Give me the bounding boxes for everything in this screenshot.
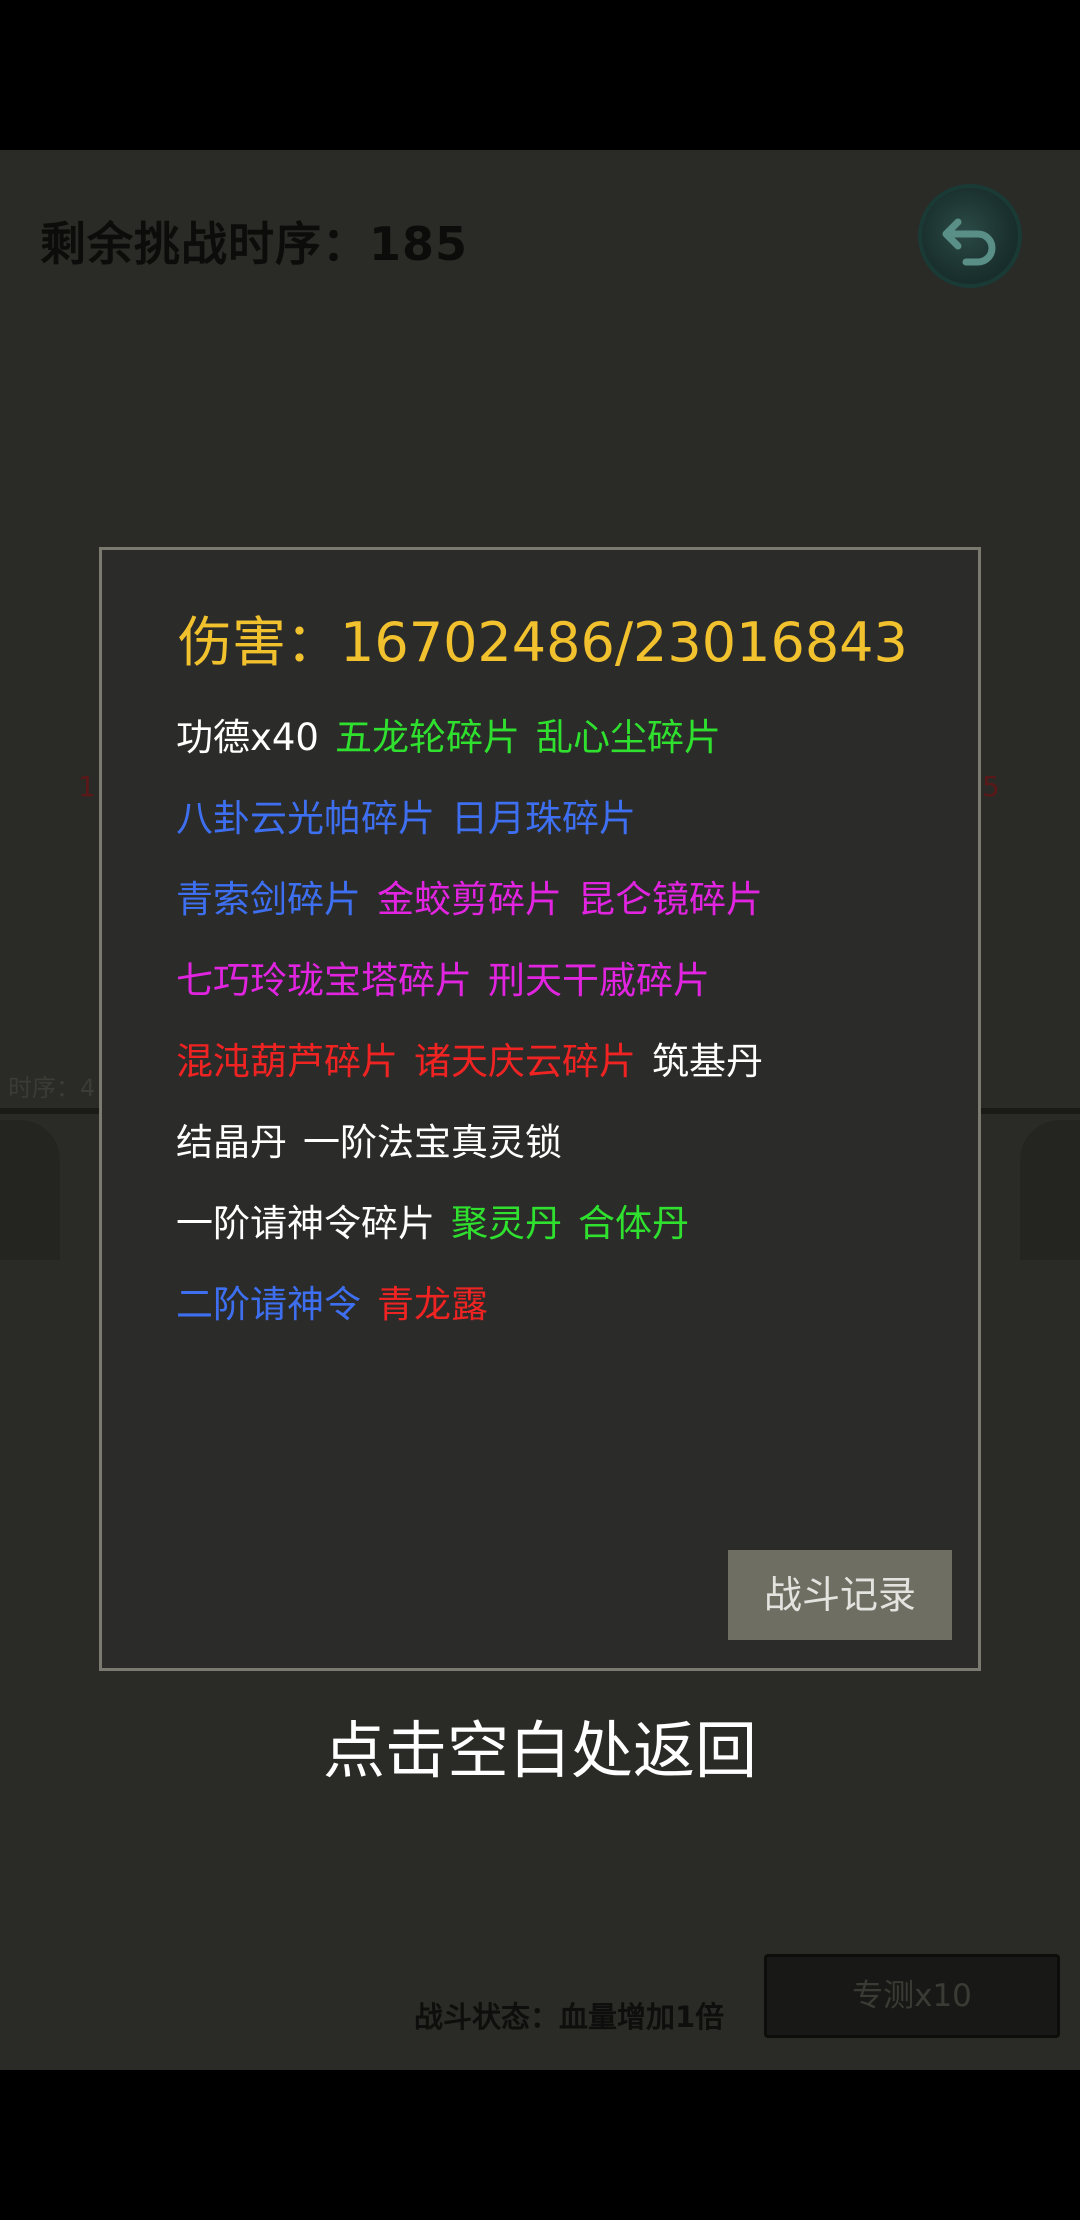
battle-log-button[interactable]: 战斗记录 — [728, 1550, 952, 1640]
reward-item: 诸天庆云碎片 — [414, 1040, 636, 1083]
back-button[interactable] — [922, 188, 1018, 284]
challenge-count-label: 剩余挑战时序：185 — [40, 217, 469, 271]
right-red-mark: 5 — [982, 770, 1000, 803]
reward-list: 功德x40 五龙轮碎片 乱心尘碎片 八卦云光帕碎片 日月珠碎片 青索剑碎片 金蛟剪碎片 昆仑镜… — [176, 710, 956, 1358]
left-red-mark: 1 — [78, 770, 96, 803]
reward-line: 七巧玲珑宝塔碎片 刑天干戚碎片 — [176, 953, 956, 1034]
reward-item: 混沌葫芦碎片 — [176, 1040, 398, 1083]
reward-item: 昆仑镜碎片 — [578, 878, 763, 921]
timer-label: 时序：4 — [8, 1074, 96, 1102]
reward-item: 八卦云光帕碎片 — [176, 797, 435, 840]
reward-item: 乱心尘碎片 — [535, 716, 721, 759]
damage-text: 伤害：16702486/23016843 — [178, 611, 908, 674]
reward-item: 五龙轮碎片 — [334, 716, 520, 759]
tap-blank-to-return-hint: 点击空白处返回 — [322, 1714, 757, 1787]
reward-line: 青索剑碎片 金蛟剪碎片 昆仑镜碎片 — [176, 872, 956, 953]
test-x10-button[interactable]: 专测x10 — [764, 1954, 1060, 2038]
navigation-bar-area — [0, 2070, 1080, 2220]
reward-item: 功德x40 — [176, 716, 319, 759]
right-panel-edge — [1020, 1120, 1080, 1260]
reward-item: 金蛟剪碎片 — [377, 878, 562, 921]
reward-item: 刑天干戚碎片 — [488, 959, 710, 1002]
battle-result-dialog: 伤害：16702486/23016843 功德x40 五龙轮碎片 乱心尘碎片八卦云光… — [99, 547, 981, 1671]
status-bar-area — [0, 0, 1080, 150]
left-panel-edge — [0, 1120, 60, 1260]
reward-item: 青龙露 — [377, 1283, 488, 1326]
reward-line: 混沌葫芦碎片 诸天庆云碎片 筑基丹 — [176, 1034, 956, 1115]
reward-item: 七巧玲珑宝塔碎片 — [176, 959, 472, 1002]
reward-item: 二阶请神令 — [176, 1283, 361, 1326]
reward-item: 一阶法宝真灵锁 — [303, 1121, 562, 1164]
battle-status-label: 战斗状态：血量增加1倍 — [414, 2000, 725, 2034]
reward-line: 功德x40 五龙轮碎片 乱心尘碎片 — [176, 710, 956, 791]
reward-line: 八卦云光帕碎片 日月珠碎片 — [176, 791, 956, 872]
reward-line: 结晶丹 一阶法宝真灵锁 — [176, 1115, 956, 1196]
reward-item: 结晶丹 — [176, 1121, 287, 1164]
reward-item: 日月珠碎片 — [451, 797, 636, 840]
reward-item: 筑基丹 — [652, 1040, 763, 1083]
reward-item: 一阶请神令碎片 — [176, 1202, 435, 1245]
reward-line: 一阶请神令碎片 聚灵丹 合体丹 — [176, 1196, 956, 1277]
reward-line: 二阶请神令 青龙露 — [176, 1277, 956, 1358]
reward-item: 合体丹 — [578, 1202, 689, 1245]
reward-item: 青索剑碎片 — [176, 878, 361, 921]
reward-item: 聚灵丹 — [451, 1202, 562, 1245]
back-arrow-icon — [942, 218, 996, 266]
